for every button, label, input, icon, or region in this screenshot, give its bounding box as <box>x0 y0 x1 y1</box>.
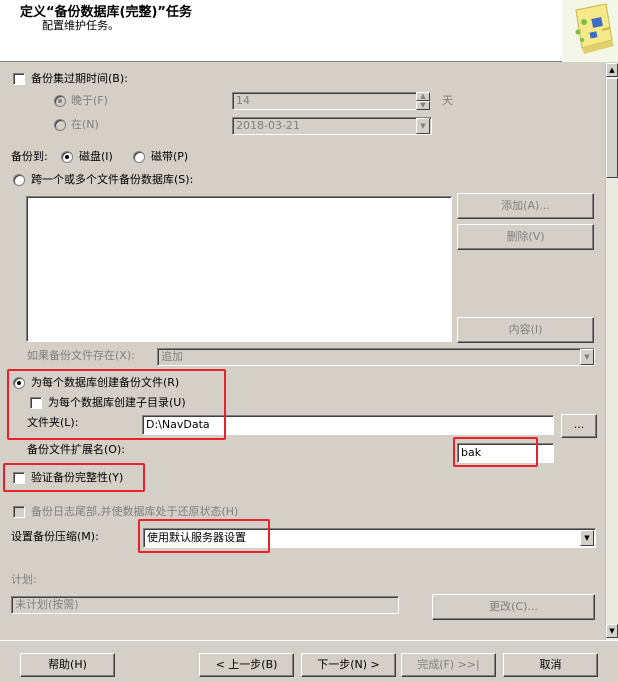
if-exists-label: 如果备份文件存在(X): <box>27 349 135 362</box>
tail-log-label: 备份日志尾部,并使数据库处于还原状态(H) <box>31 505 239 518</box>
schedule-input: 未计划(按需) <box>11 596 399 614</box>
verify-integrity-label: 验证备份完整性(Y) <box>31 471 124 484</box>
expire-days-unit: 天 <box>442 94 453 107</box>
spin-down-icon[interactable]: ▼ <box>416 101 430 110</box>
per-db-subdir-label: 为每个数据库创建子目录(U) <box>48 396 186 409</box>
backup-disk-radio[interactable] <box>61 151 73 163</box>
date-dropdown-icon[interactable]: ▼ <box>416 118 430 134</box>
help-button[interactable]: 帮助(H) <box>20 653 115 677</box>
expire-days-spinner[interactable]: ▲ ▼ <box>416 92 431 110</box>
span-files-label: 跨一个或多个文件备份数据库(S): <box>31 173 194 186</box>
per-db-subdir-checkbox[interactable] <box>30 397 42 409</box>
wizard-header: 定义“备份数据库(完整)”任务 配置维护任务。 <box>0 0 618 62</box>
scrollbar-thumb[interactable] <box>606 78 618 178</box>
task-options-panel: 备份集过期时间(B): 晚于(F) 14 ▲ ▼ 天 在(N) 2018-03-… <box>0 63 605 640</box>
expire-after-label: 晚于(F) <box>71 94 108 107</box>
add-file-button[interactable]: 添加(A)... <box>457 193 594 219</box>
wizard-logo-icon <box>562 0 618 62</box>
verify-integrity-checkbox[interactable] <box>13 472 25 484</box>
file-ext-label: 备份文件扩展名(O): <box>27 443 125 456</box>
wizard-footer: 帮助(H) < 上一步(B) 下一步(N) > 完成(F) >>| 取消 <box>0 640 618 682</box>
finish-button[interactable]: 完成(F) >>| <box>401 653 496 677</box>
per-db-file-label: 为每个数据库创建备份文件(R) <box>31 376 180 389</box>
expire-days-input[interactable]: 14 <box>232 92 418 110</box>
folder-label: 文件夹(L): <box>27 416 79 429</box>
change-schedule-button[interactable]: 更改(C)... <box>432 594 595 620</box>
schedule-label: 计划: <box>11 573 37 586</box>
expire-on-label: 在(N) <box>71 118 99 131</box>
expire-after-radio[interactable] <box>54 95 66 107</box>
backup-tape-label: 磁带(P) <box>151 150 189 163</box>
file-contents-button[interactable]: 内容(I) <box>457 317 594 343</box>
expire-checkbox[interactable] <box>13 73 25 85</box>
per-db-file-radio[interactable] <box>13 377 25 389</box>
browse-folder-button[interactable]: ... <box>561 414 597 438</box>
next-button[interactable]: 下一步(N) > <box>301 653 396 677</box>
expire-on-radio[interactable] <box>54 119 66 131</box>
if-exists-dropdown-icon[interactable]: ▼ <box>580 349 594 365</box>
back-button[interactable]: < 上一步(B) <box>199 653 294 677</box>
backup-tape-radio[interactable] <box>133 151 145 163</box>
compression-label: 设置备份压缩(M): <box>11 530 99 543</box>
folder-input[interactable]: D:\NavData <box>142 415 554 435</box>
scroll-down-icon[interactable]: ▼ <box>606 624 618 638</box>
expire-label: 备份集过期时间(B): <box>31 72 128 85</box>
compression-select[interactable]: 使用默认服务器设置 <box>143 528 596 548</box>
tail-log-checkbox[interactable] <box>13 506 25 518</box>
span-files-radio[interactable] <box>13 174 25 186</box>
backup-files-list[interactable] <box>26 196 452 342</box>
file-ext-input[interactable]: bak <box>457 443 554 463</box>
expire-date-picker[interactable]: 2018-03-21 <box>232 117 432 135</box>
backup-to-label: 备份到: <box>11 150 48 163</box>
spin-up-icon[interactable]: ▲ <box>416 92 430 101</box>
compression-dropdown-icon[interactable]: ▼ <box>580 530 594 546</box>
scroll-up-icon[interactable]: ▲ <box>606 63 618 77</box>
page-subtitle: 配置维护任务。 <box>42 19 119 32</box>
vertical-scrollbar[interactable]: ▲ ▼ <box>605 63 618 640</box>
remove-file-button[interactable]: 删除(V) <box>457 224 594 250</box>
cancel-button[interactable]: 取消 <box>503 653 598 677</box>
backup-disk-label: 磁盘(I) <box>79 150 113 163</box>
if-exists-select[interactable]: 追加 <box>157 348 595 366</box>
